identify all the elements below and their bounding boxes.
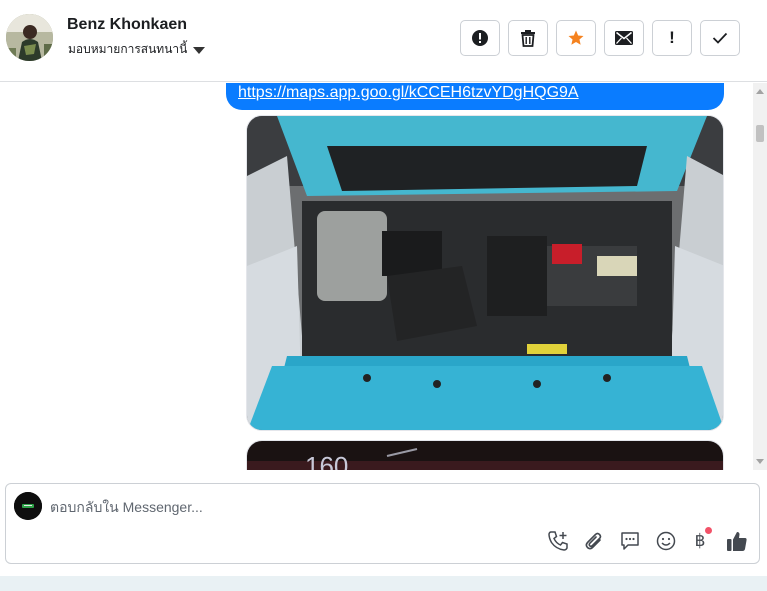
mark-important-button[interactable] (460, 20, 500, 56)
svg-text:160: 160 (305, 451, 348, 470)
star-icon (568, 30, 584, 45)
notification-dot (705, 527, 712, 534)
maps-link[interactable]: https://maps.app.goo.gl/kCCEH6tzvYDgHQG9… (238, 84, 579, 101)
page-avatar (14, 492, 42, 520)
paperclip-icon (585, 532, 602, 550)
smiley-icon (656, 531, 676, 551)
scrollbar-thumb[interactable] (756, 125, 764, 142)
scroll-up-arrow-icon[interactable] (756, 89, 764, 94)
scroll-down-arrow-icon[interactable] (756, 459, 764, 464)
caret-down-icon (193, 46, 206, 54)
payment-button[interactable]: ฿ (688, 527, 712, 553)
mark-unread-button[interactable] (604, 20, 644, 56)
like-button[interactable] (725, 529, 749, 553)
phone-add-icon (548, 531, 568, 551)
thread-scrollbar[interactable] (753, 83, 767, 470)
alert-circle-icon (472, 30, 488, 46)
attach-button[interactable] (582, 529, 606, 553)
flag-button[interactable]: ! (652, 20, 692, 56)
envelope-icon (615, 31, 633, 45)
delete-button[interactable] (508, 20, 548, 56)
messenger-inbox-conversation: Benz Khonkaen มอบหมายการสนทนานี้ ! https… (0, 0, 767, 591)
contact-name[interactable]: Benz Khonkaen (67, 16, 187, 34)
star-button[interactable] (556, 20, 596, 56)
reply-input[interactable] (50, 494, 730, 520)
trash-icon (521, 30, 535, 47)
assign-conversation-dropdown[interactable]: มอบหมายการสนทนานี้ (68, 40, 206, 59)
conversation-header: Benz Khonkaen มอบหมายการสนทนานี้ ! (0, 0, 767, 82)
outgoing-message-bubble: https://maps.app.goo.gl/kCCEH6tzvYDgHQG9… (226, 83, 724, 110)
saved-replies-button[interactable] (618, 529, 642, 553)
baht-icon: ฿ (694, 531, 706, 551)
assign-label: มอบหมายการสนทนานี้ (68, 42, 188, 56)
call-button[interactable] (546, 529, 570, 553)
done-button[interactable] (700, 20, 740, 56)
exclamation-icon: ! (669, 28, 675, 47)
reply-composer: ฿ (5, 483, 760, 564)
emoji-button[interactable] (654, 529, 678, 553)
speech-bubble-icon (621, 532, 639, 550)
message-thread[interactable]: https://maps.app.goo.gl/kCCEH6tzvYDgHQG9… (0, 83, 767, 470)
checkmark-icon (712, 32, 728, 44)
contact-avatar[interactable] (6, 14, 53, 61)
message-photo-dashboard[interactable]: 160 (246, 440, 724, 470)
thumbs-up-icon (727, 532, 747, 551)
message-photo-engine[interactable] (246, 115, 724, 431)
footer-strip (0, 576, 767, 591)
